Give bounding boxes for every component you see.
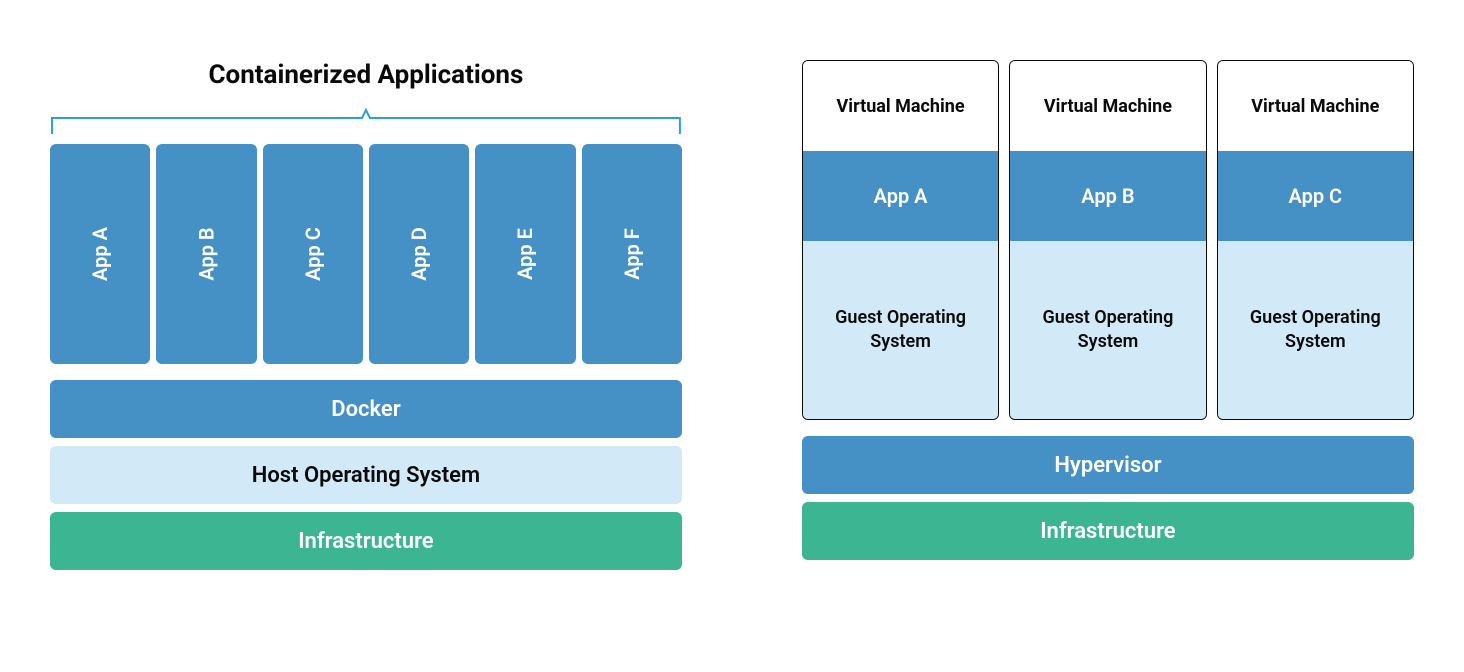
infrastructure-layer: Infrastructure (50, 512, 682, 570)
vm-box: Virtual Machine App C Guest Operating Sy… (1217, 60, 1414, 420)
vm-guest-os: Guest Operating System (1010, 241, 1205, 419)
host-os-layer: Host Operating System (50, 446, 682, 504)
docker-layer: Docker (50, 380, 682, 438)
app-row: App A App B App C App D App E App F (50, 144, 682, 364)
app-box: App D (369, 144, 469, 364)
app-box: App B (156, 144, 256, 364)
containerized-title: Containerized Applications (50, 60, 682, 90)
bracket-icon (50, 108, 682, 134)
app-box: App E (475, 144, 575, 364)
vm-guest-os: Guest Operating System (803, 241, 998, 419)
app-label: App F (620, 228, 644, 280)
vm-row: Virtual Machine App A Guest Operating Sy… (802, 60, 1414, 420)
app-label: App D (407, 227, 431, 281)
containerized-diagram: Containerized Applications App A App B A… (50, 60, 682, 570)
vm-app: App B (1010, 151, 1205, 241)
app-box: App F (582, 144, 682, 364)
app-label: App C (301, 227, 325, 281)
infrastructure-layer: Infrastructure (802, 502, 1414, 560)
vm-header: Virtual Machine (803, 61, 998, 151)
vm-header: Virtual Machine (1010, 61, 1205, 151)
vm-guest-os: Guest Operating System (1218, 241, 1413, 419)
app-box: App A (50, 144, 150, 364)
vm-header: Virtual Machine (1218, 61, 1413, 151)
vm-diagram: Virtual Machine App A Guest Operating Sy… (802, 60, 1414, 560)
hypervisor-layer: Hypervisor (802, 436, 1414, 494)
app-label: App B (194, 227, 218, 280)
app-label: App E (513, 228, 537, 280)
vm-box: Virtual Machine App B Guest Operating Sy… (1009, 60, 1206, 420)
app-box: App C (263, 144, 363, 364)
vm-app: App A (803, 151, 998, 241)
app-label: App A (88, 227, 112, 281)
vm-app: App C (1218, 151, 1413, 241)
vm-box: Virtual Machine App A Guest Operating Sy… (802, 60, 999, 420)
